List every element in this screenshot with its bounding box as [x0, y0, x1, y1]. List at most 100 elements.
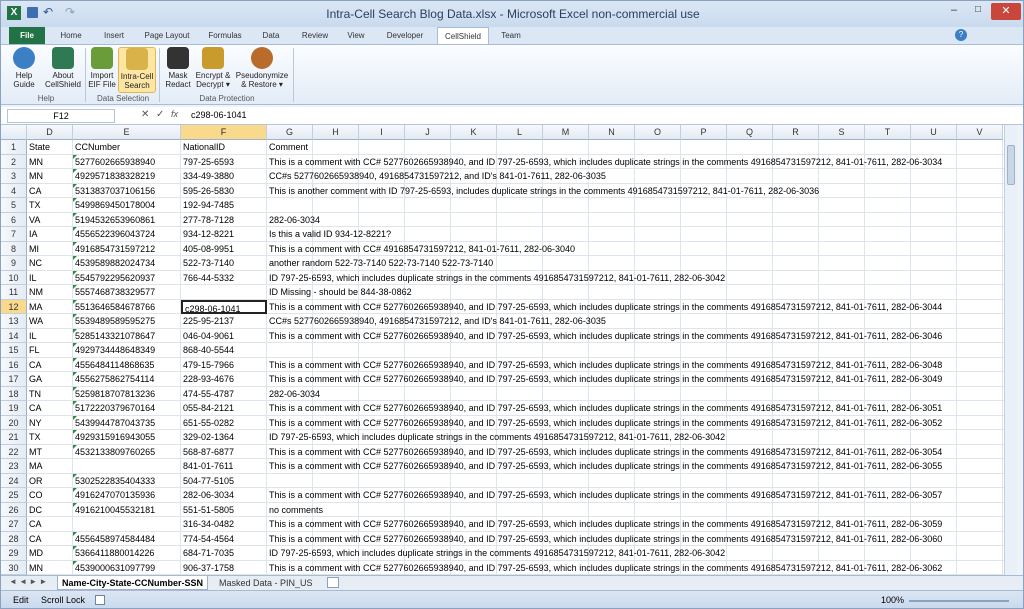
- cell[interactable]: 797-25-6593: [181, 155, 267, 170]
- cell[interactable]: 228-93-4676: [181, 372, 267, 387]
- cell[interactable]: MI: [27, 242, 73, 257]
- pseudonymize-button[interactable]: Pseudonymize & Restore ▾: [233, 47, 291, 93]
- cell[interactable]: CA: [27, 358, 73, 373]
- tab-insert[interactable]: Insert: [96, 27, 132, 44]
- cell[interactable]: 5194532653960861: [73, 212, 181, 228]
- cell[interactable]: 551-51-5805: [181, 503, 267, 518]
- row-header[interactable]: 7: [1, 227, 27, 242]
- cell[interactable]: 316-34-0482: [181, 517, 267, 532]
- cell[interactable]: This is a comment with CC# 5277602665938…: [267, 517, 942, 532]
- column-header-r[interactable]: R: [773, 125, 819, 140]
- cell[interactable]: 4916247070135936: [73, 488, 181, 503]
- cell[interactable]: MN: [27, 561, 73, 576]
- row-header[interactable]: 22: [1, 444, 27, 459]
- cell[interactable]: no comments: [267, 503, 323, 518]
- cell[interactable]: 046-04-9061: [181, 329, 267, 344]
- cell[interactable]: 934-12-8221: [181, 227, 267, 242]
- cell[interactable]: This is a comment with CC# 5277602665938…: [267, 155, 942, 170]
- cell[interactable]: GA: [27, 372, 73, 387]
- row-header[interactable]: 26: [1, 502, 27, 517]
- cell[interactable]: 868-40-5544: [181, 343, 267, 358]
- cell[interactable]: 4916854731597212: [73, 241, 181, 257]
- cell[interactable]: DC: [27, 503, 73, 518]
- cell[interactable]: This is a comment with CC# 5277602665938…: [267, 358, 942, 373]
- column-header-d[interactable]: D: [27, 125, 73, 140]
- column-header-h[interactable]: H: [313, 125, 359, 140]
- cell[interactable]: 282-06-3034: [267, 387, 320, 402]
- cell[interactable]: 906-37-1758: [181, 561, 267, 576]
- row-header[interactable]: 28: [1, 531, 27, 546]
- cell[interactable]: ID 797-25-6593, which includes duplicate…: [267, 546, 725, 561]
- cell[interactable]: 5366411880014226: [73, 546, 181, 561]
- column-header-j[interactable]: J: [405, 125, 451, 140]
- row-header[interactable]: 25: [1, 488, 27, 503]
- row-header[interactable]: 2: [1, 154, 27, 169]
- column-header-p[interactable]: P: [681, 125, 727, 140]
- row-header[interactable]: 17: [1, 372, 27, 387]
- cell[interactable]: This is another comment with ID 797-25-6…: [267, 184, 819, 199]
- cell[interactable]: MA: [27, 300, 73, 315]
- cell[interactable]: 329-02-1364: [181, 430, 267, 445]
- cell[interactable]: This is a comment with CC# 5277602665938…: [267, 401, 942, 416]
- cell[interactable]: ID 797-25-6593, which includes duplicate…: [267, 271, 725, 286]
- cell[interactable]: FL: [27, 343, 73, 358]
- cell[interactable]: 595-26-5830: [181, 184, 267, 199]
- cell[interactable]: This is a comment with CC# 4916854731597…: [267, 242, 575, 257]
- formula-input[interactable]: c298-06-1041: [191, 110, 1001, 122]
- row-header[interactable]: 12: [1, 299, 27, 314]
- scroll-thumb[interactable]: [1007, 145, 1015, 185]
- cell[interactable]: 4556275862754114: [73, 372, 181, 387]
- row-header[interactable]: 20: [1, 415, 27, 430]
- row-header[interactable]: 18: [1, 386, 27, 401]
- cell[interactable]: 405-08-9951: [181, 242, 267, 257]
- cell[interactable]: CA: [27, 401, 73, 416]
- cell[interactable]: 4532133809760265: [73, 444, 181, 460]
- row-header[interactable]: 29: [1, 546, 27, 561]
- cell[interactable]: 4929571838328219: [73, 169, 181, 184]
- help-guide-button[interactable]: Help Guide: [7, 47, 41, 93]
- column-header-k[interactable]: K: [451, 125, 497, 140]
- cell[interactable]: 5545792295620937: [73, 270, 181, 286]
- row-header[interactable]: 30: [1, 560, 27, 575]
- name-box[interactable]: F12: [7, 109, 115, 123]
- cell[interactable]: This is a comment with CC# 5277602665938…: [267, 329, 942, 344]
- cell[interactable]: CC#s 5277602665938940, 4916854731597212,…: [267, 169, 606, 184]
- cell[interactable]: 4556458974584484: [73, 531, 181, 547]
- minimize-button[interactable]: –: [943, 4, 965, 20]
- cell[interactable]: OR: [27, 474, 73, 489]
- row-header[interactable]: 10: [1, 270, 27, 285]
- cell[interactable]: ID Missing - should be 844-38-0862: [267, 285, 412, 300]
- row-header[interactable]: 13: [1, 314, 27, 329]
- cell[interactable]: CA: [27, 184, 73, 199]
- row-header[interactable]: 23: [1, 459, 27, 474]
- cell[interactable]: 474-55-4787: [181, 387, 267, 402]
- row-header[interactable]: 5: [1, 198, 27, 213]
- cell[interactable]: MN: [27, 155, 73, 170]
- tab-developer[interactable]: Developer: [379, 27, 431, 44]
- cell[interactable]: 4929734448648349: [73, 343, 181, 358]
- cell[interactable]: 5439944787043735: [73, 415, 181, 431]
- cell[interactable]: This is a comment with CC# 5277602665938…: [267, 445, 942, 460]
- cell[interactable]: 225-95-2137: [181, 314, 267, 329]
- cell[interactable]: NY: [27, 416, 73, 431]
- cell[interactable]: This is a comment with CC# 5277602665938…: [267, 488, 942, 503]
- column-header-l[interactable]: L: [497, 125, 543, 140]
- cell[interactable]: 334-49-3880: [181, 169, 267, 184]
- tab-formulas[interactable]: Formulas: [203, 27, 247, 44]
- cell[interactable]: This is a comment with CC# 5277602665938…: [267, 416, 942, 431]
- enter-icon[interactable]: ✓: [156, 109, 164, 120]
- sheet-tab-active[interactable]: Name-City-State-CCNumber-SSN: [57, 576, 209, 590]
- cell[interactable]: 5557468738329577: [73, 285, 181, 300]
- cell[interactable]: 4556484114868635: [73, 357, 181, 373]
- select-all-corner[interactable]: [1, 125, 27, 140]
- cell[interactable]: 4556522396043724: [73, 227, 181, 242]
- cell[interactable]: Is this a valid ID 934-12-8221?: [267, 227, 391, 242]
- cell[interactable]: 766-44-5332: [181, 271, 267, 286]
- tab-data[interactable]: Data: [255, 27, 287, 44]
- cell[interactable]: State: [27, 140, 73, 155]
- cell[interactable]: 5259818707813236: [73, 386, 181, 402]
- cell[interactable]: NC: [27, 256, 73, 271]
- import-eif-button[interactable]: Import EIF File: [87, 47, 117, 93]
- row-header[interactable]: 11: [1, 285, 27, 300]
- cell[interactable]: 5539489589595275: [73, 314, 181, 329]
